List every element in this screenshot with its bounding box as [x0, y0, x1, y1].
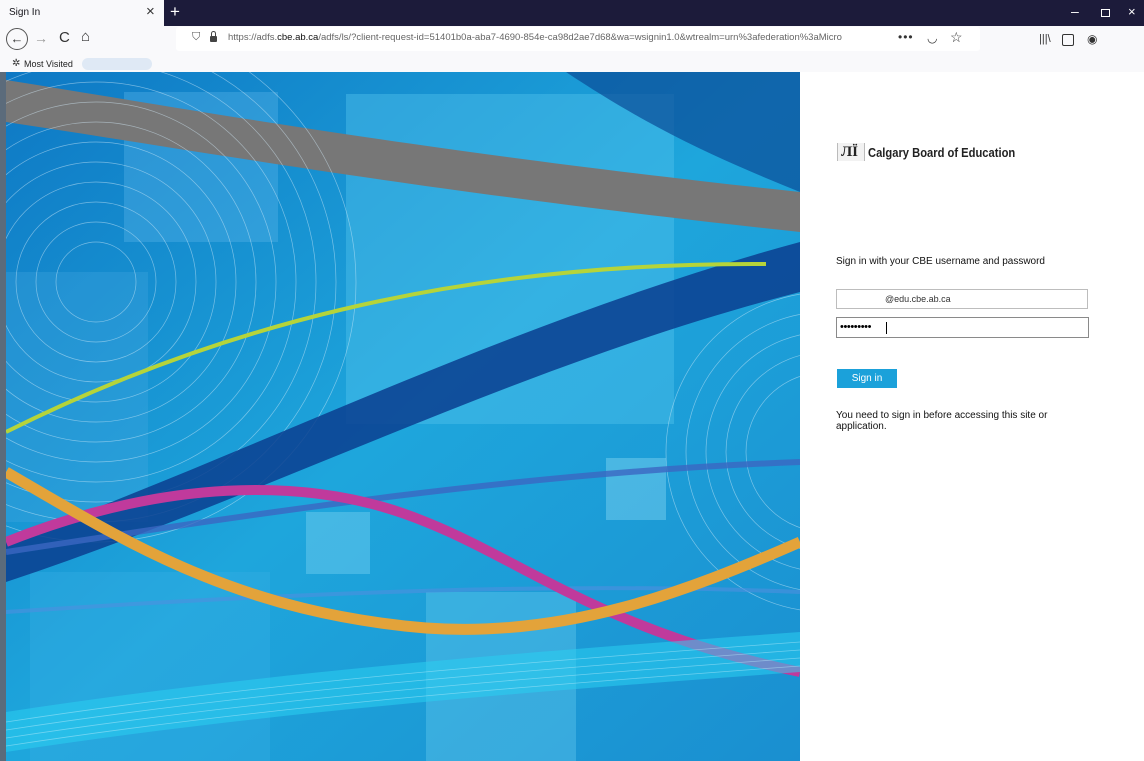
- cbe-logo-icon: ЛЇ: [837, 143, 865, 161]
- username-field[interactable]: @edu.cbe.ab.ca: [836, 289, 1088, 309]
- sidebar-icon[interactable]: [1062, 34, 1074, 46]
- url-prefix: https://adfs.: [228, 32, 278, 43]
- library-icon[interactable]: |||\: [1039, 33, 1051, 45]
- url-suffix: /adfs/ls/?client-request-id=51401b0a-aba…: [318, 32, 842, 43]
- home-icon[interactable]: ⌂: [81, 28, 90, 45]
- tab-title: Sign In: [9, 7, 41, 18]
- password-field[interactable]: •••••••••: [836, 317, 1089, 338]
- shield-icon[interactable]: ⛉: [192, 31, 200, 44]
- username-value: @edu.cbe.ab.ca: [885, 294, 951, 304]
- star-icon[interactable]: ☆: [950, 29, 963, 46]
- logo-mark: ЛЇ: [841, 144, 859, 160]
- tab-close-icon[interactable]: ×: [146, 4, 155, 20]
- gear-icon: ✲: [12, 58, 21, 69]
- window-close-icon[interactable]: ×: [1128, 4, 1136, 19]
- new-tab-icon[interactable]: +: [170, 3, 180, 21]
- window-minimize-icon[interactable]: –: [1071, 3, 1079, 19]
- sign-in-button[interactable]: Sign in: [837, 369, 897, 388]
- bookmark-most-visited[interactable]: Most Visited: [24, 59, 73, 69]
- organization-name: Calgary Board of Education: [868, 145, 1016, 160]
- bookmarks-bar: ✲ Most Visited: [0, 56, 1144, 72]
- back-icon[interactable]: ←: [6, 28, 28, 50]
- password-value: •••••••••: [840, 321, 872, 333]
- bookmark-blurred[interactable]: [82, 58, 152, 70]
- window-restore-icon[interactable]: [1101, 9, 1110, 17]
- forward-icon[interactable]: →: [34, 30, 48, 46]
- tab-sign-in[interactable]: Sign In ×: [0, 0, 164, 26]
- page-actions-icon[interactable]: •••: [898, 30, 914, 44]
- sign-in-heading: Sign in with your CBE username and passw…: [836, 256, 1045, 267]
- reload-icon[interactable]: C: [59, 29, 70, 46]
- account-icon[interactable]: ◉: [1087, 32, 1097, 46]
- url-bar[interactable]: ⛉ https://adfs.cbe.ab.ca/adfs/ls/?client…: [176, 27, 980, 51]
- illustration-art: [6, 72, 800, 761]
- background-illustration: [6, 72, 800, 761]
- navigation-bar: ← → C ⌂ ⛉ https://adfs.cbe.ab.ca/adfs/ls…: [0, 26, 1144, 56]
- url-domain: cbe.ab.ca: [277, 32, 319, 43]
- text-caret: [886, 322, 887, 334]
- lock-icon[interactable]: [210, 31, 217, 42]
- url-text[interactable]: https://adfs.cbe.ab.ca/adfs/ls/?client-r…: [228, 32, 890, 43]
- pocket-icon[interactable]: ◡: [927, 31, 937, 45]
- tab-strip: Sign In × + – ×: [0, 0, 1144, 26]
- sign-in-notice: You need to sign in before accessing thi…: [836, 410, 1048, 432]
